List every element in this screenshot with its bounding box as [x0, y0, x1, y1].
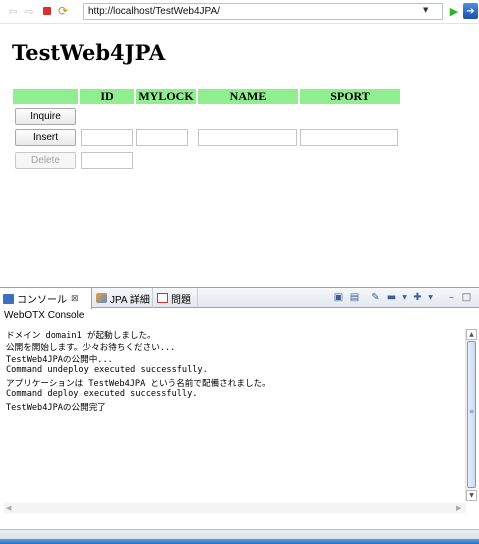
log-line: アプリケーションは TestWeb4JPA という名前で配備されました。: [6, 379, 271, 389]
log-line: 公開を開始します。少々お待ちください...: [6, 343, 176, 353]
horizontal-scrollbar[interactable]: ◀ ▶: [4, 503, 466, 513]
tab-problems-label: 問題: [171, 294, 191, 306]
log-line: TestWeb4JPAの公開完了: [6, 403, 106, 413]
table-header-mylock: MYLOCK: [136, 89, 196, 104]
open-console-icon[interactable]: ✚: [412, 292, 423, 303]
jpa-icon: [96, 293, 107, 303]
stop-icon[interactable]: [40, 4, 54, 18]
mylock-field[interactable]: [136, 129, 188, 146]
scroll-lock-icon[interactable]: ▤: [349, 292, 360, 303]
log-line: TestWeb4JPAの公開中...: [6, 355, 113, 365]
sport-field[interactable]: [300, 129, 398, 146]
go-icon[interactable]: ▶: [447, 4, 461, 18]
inquire-button[interactable]: Inquire: [15, 108, 76, 125]
table-header-blank: [13, 89, 78, 104]
chevron-down-icon[interactable]: ▼: [399, 292, 410, 303]
scrollbar-thumb[interactable]: ≡: [467, 341, 476, 488]
table-header-name: NAME: [198, 89, 298, 104]
log-line: Command undeploy executed successfully.: [6, 365, 208, 375]
scroll-right-icon[interactable]: ▶: [456, 504, 461, 512]
close-icon[interactable]: ⊠: [71, 293, 79, 304]
clear-console-icon[interactable]: ▣: [333, 292, 344, 303]
delete-id-field[interactable]: [81, 152, 133, 169]
vertical-scrollbar[interactable]: ▲ ≡ ▼: [465, 329, 477, 501]
chevron-down-icon[interactable]: ▼: [423, 6, 428, 14]
table-header-id: ID: [80, 89, 134, 104]
log-line: Command deploy executed successfully.: [6, 389, 198, 399]
minimize-icon[interactable]: –: [446, 292, 457, 303]
maximize-icon[interactable]: □: [461, 292, 472, 303]
forward-arrow-icon[interactable]: ⇨: [22, 4, 36, 18]
console-icon: [3, 293, 14, 304]
tab-console[interactable]: コンソール ⊠: [0, 288, 92, 309]
url-input[interactable]: http://localhost/TestWeb4JPA/: [83, 3, 443, 20]
scroll-up-icon[interactable]: ▲: [466, 329, 477, 340]
tab-jpa-details[interactable]: JPA 詳細: [93, 288, 153, 308]
refresh-icon[interactable]: ⟳: [56, 4, 70, 18]
tab-jpa-label: JPA 詳細: [110, 294, 150, 306]
tab-problems[interactable]: 問題: [154, 288, 198, 308]
log-line: ドメイン domain1 が起動しました。: [6, 331, 156, 341]
console-name: WebOTX Console: [4, 310, 85, 321]
problems-icon: [157, 293, 168, 303]
pin-console-icon[interactable]: ✎: [370, 292, 381, 303]
tab-console-label: コンソール: [17, 295, 67, 306]
page-title: TestWeb4JPA: [12, 40, 166, 65]
scroll-down-icon[interactable]: ▼: [466, 490, 477, 501]
name-field[interactable]: [198, 129, 297, 146]
back-arrow-icon[interactable]: ⇦: [6, 4, 20, 18]
table-header-sport: SPORT: [300, 89, 400, 104]
view-tab-bar: コンソール ⊠ JPA 詳細 問題 ▣ ▤ ✎ ▬ ▼ ✚ ▼ – □: [0, 288, 479, 309]
delete-button[interactable]: Delete: [15, 152, 76, 169]
scroll-left-icon[interactable]: ◀: [6, 504, 11, 512]
open-external-browser-icon[interactable]: ➔: [463, 3, 478, 19]
console-view: コンソール ⊠ JPA 詳細 問題 ▣ ▤ ✎ ▬ ▼ ✚ ▼ – □ WebO…: [0, 287, 479, 529]
browser-toolbar: ⇦ ⇨ ⟳ http://localhost/TestWeb4JPA/ ▼ ▶ …: [0, 0, 479, 24]
display-console-icon[interactable]: ▬: [386, 292, 397, 303]
insert-button[interactable]: Insert: [15, 129, 76, 146]
status-bar-accent: [0, 539, 479, 544]
id-field[interactable]: [81, 129, 133, 146]
chevron-down-icon[interactable]: ▼: [425, 292, 436, 303]
